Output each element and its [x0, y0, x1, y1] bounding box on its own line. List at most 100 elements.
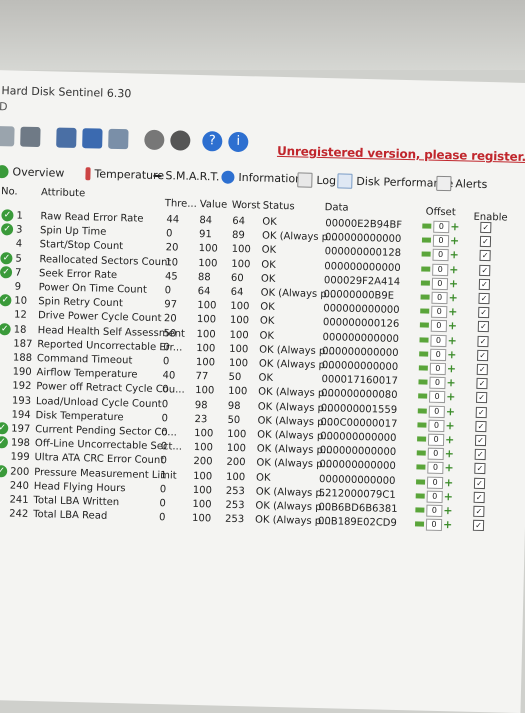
offset-control[interactable]: 0 +: [418, 390, 458, 404]
plus-icon[interactable]: +: [450, 234, 460, 247]
offset-control[interactable]: 0 +: [420, 277, 461, 290]
offset-value[interactable]: 0: [431, 277, 449, 290]
tab-log[interactable]: Log: [297, 172, 336, 188]
minus-icon[interactable]: [418, 365, 428, 371]
offset-control[interactable]: 0 +: [420, 305, 460, 319]
plus-icon[interactable]: +: [446, 390, 456, 403]
plus-icon[interactable]: +: [448, 305, 458, 318]
header-value[interactable]: Value: [200, 199, 228, 211]
enable-checkbox[interactable]: ✓: [480, 221, 492, 234]
offset-value[interactable]: 0: [426, 490, 443, 503]
offset-control[interactable]: 0 +: [419, 348, 459, 361]
minus-icon[interactable]: [421, 251, 431, 258]
enable-checkbox[interactable]: ✓: [479, 250, 491, 262]
disk-icon[interactable]: [0, 125, 15, 147]
offset-value[interactable]: 0: [427, 462, 444, 475]
tab-information[interactable]: Information: [221, 170, 302, 186]
minus-icon[interactable]: [415, 493, 425, 499]
header-status[interactable]: Status: [263, 201, 295, 213]
offset-control[interactable]: 0 +: [417, 433, 457, 447]
network-icon[interactable]: [108, 128, 129, 150]
offset-control[interactable]: 0 +: [416, 476, 456, 489]
enable-checkbox[interactable]: ✓: [474, 449, 486, 461]
plus-icon[interactable]: +: [443, 518, 453, 531]
minus-icon[interactable]: [421, 237, 432, 243]
minus-icon[interactable]: [419, 351, 429, 357]
enable-checkbox[interactable]: ✓: [478, 307, 490, 319]
offset-control[interactable]: 0 +: [421, 263, 461, 276]
offset-value[interactable]: 0: [429, 376, 446, 390]
enable-checkbox[interactable]: ✓: [474, 463, 486, 475]
plus-icon[interactable]: +: [446, 376, 456, 389]
enable-checkbox[interactable]: ✓: [477, 349, 489, 361]
offset-control[interactable]: 0 +: [416, 447, 457, 461]
offset-value[interactable]: 0: [433, 220, 450, 234]
enable-checkbox[interactable]: ✓: [476, 378, 488, 390]
minus-icon[interactable]: [418, 379, 428, 385]
offset-control[interactable]: 0 +: [419, 334, 459, 347]
offset-value[interactable]: 0: [426, 504, 443, 518]
offset-value[interactable]: 0: [430, 348, 447, 361]
offset-control[interactable]: 0 +: [421, 249, 461, 262]
plus-icon[interactable]: +: [447, 348, 457, 361]
enable-checkbox[interactable]: ✓: [478, 292, 490, 305]
enable-checkbox[interactable]: ✓: [475, 420, 487, 432]
gear-icon[interactable]: [144, 129, 165, 151]
header-offset[interactable]: Offset: [426, 207, 456, 219]
offset-control[interactable]: 0 +: [420, 291, 460, 304]
report-icon[interactable]: [56, 127, 77, 148]
minus-icon[interactable]: [418, 393, 428, 400]
plus-icon[interactable]: +: [444, 476, 454, 489]
tab-alerts[interactable]: Alerts: [436, 175, 487, 192]
offset-control[interactable]: 0 +: [416, 461, 456, 475]
enable-checkbox[interactable]: ✓: [475, 406, 487, 418]
plus-icon[interactable]: +: [445, 447, 455, 460]
enable-checkbox[interactable]: ✓: [479, 236, 492, 248]
enable-checkbox[interactable]: ✓: [474, 434, 487, 447]
offset-value[interactable]: 0: [432, 234, 450, 248]
offset-value[interactable]: 0: [427, 433, 445, 447]
offset-value[interactable]: 0: [427, 447, 444, 461]
header-no[interactable]: No.: [1, 186, 18, 197]
minus-icon[interactable]: [417, 436, 427, 442]
plus-icon[interactable]: +: [450, 220, 460, 233]
offset-control[interactable]: 0 +: [419, 320, 460, 333]
offset-value[interactable]: 0: [425, 518, 443, 532]
minus-icon[interactable]: [416, 450, 426, 456]
header-worst[interactable]: Worst: [232, 200, 261, 212]
minus-icon[interactable]: [417, 422, 427, 428]
minus-icon[interactable]: [416, 464, 426, 471]
enable-checkbox[interactable]: ✓: [472, 519, 485, 532]
enable-checkbox[interactable]: ✓: [473, 491, 485, 503]
minus-icon[interactable]: [420, 308, 430, 314]
plus-icon[interactable]: +: [449, 277, 459, 290]
plus-icon[interactable]: +: [443, 504, 453, 517]
tab-overview[interactable]: Overview: [0, 165, 64, 180]
offset-control[interactable]: 0 +: [422, 220, 462, 234]
minus-icon[interactable]: [415, 507, 425, 513]
plus-icon[interactable]: +: [446, 405, 456, 418]
offset-control[interactable]: 0 +: [415, 504, 455, 518]
enable-checkbox[interactable]: ✓: [479, 264, 491, 276]
offset-control[interactable]: 0 +: [414, 518, 455, 532]
plus-icon[interactable]: +: [445, 419, 455, 432]
tools-icon[interactable]: [20, 126, 41, 148]
offset-control[interactable]: 0 +: [417, 419, 457, 432]
enable-checkbox[interactable]: ✓: [476, 363, 488, 376]
plus-icon[interactable]: +: [444, 461, 454, 474]
offset-control[interactable]: 0 +: [421, 234, 462, 248]
tab-smart[interactable]: S.M.A.R.T.: [153, 169, 220, 183]
help-icon[interactable]: ?: [202, 131, 223, 152]
sound-icon[interactable]: [170, 130, 191, 151]
plus-icon[interactable]: +: [449, 263, 459, 276]
minus-icon[interactable]: [422, 223, 432, 229]
offset-control[interactable]: 0 +: [415, 490, 456, 503]
plus-icon[interactable]: +: [449, 249, 459, 262]
offset-value[interactable]: 0: [429, 362, 446, 376]
enable-checkbox[interactable]: ✓: [477, 321, 490, 333]
minus-icon[interactable]: [420, 294, 430, 300]
offset-control[interactable]: 0 +: [418, 362, 459, 376]
enable-checkbox[interactable]: ✓: [473, 477, 486, 489]
offset-value[interactable]: 0: [428, 405, 445, 418]
enable-checkbox[interactable]: ✓: [473, 505, 485, 518]
